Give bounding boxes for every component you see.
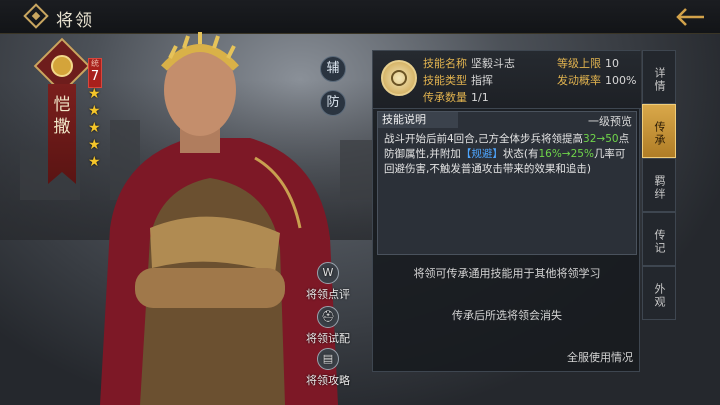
tab-bonds[interactable]: 羁绊 [642, 158, 676, 212]
review-icon: W [317, 262, 339, 284]
star-icon: ★ [88, 103, 101, 119]
trigger-rate: 100% [605, 74, 637, 87]
star-icon: ★ [88, 86, 101, 102]
helmet-icon: ⛑ [317, 306, 339, 328]
role-support-button[interactable]: 辅 [320, 56, 346, 82]
star-icon: ★ [88, 154, 101, 170]
skill-icon[interactable] [381, 60, 417, 96]
inherit-note: 将领可传承通用技能用于其他将领学习 [413, 267, 601, 280]
level-cap: 10 [605, 57, 619, 70]
skill-description-tab[interactable]: 技能说明 [378, 112, 458, 128]
emblem-core [51, 55, 73, 77]
inherit-count-row: 传承数量 1/1 [423, 91, 489, 104]
skill-header: 技能名称 坚毅斗志 技能类型 指挥 传承数量 1/1 等级上限 10 发动概率 100% [373, 51, 641, 109]
tab-inherit[interactable]: 传承 [642, 104, 676, 158]
skill-description-text: 战斗开始后前4回合,己方全体步兵将领提高32→50点防御属性,并附加【规避】状态… [384, 133, 630, 175]
hero-review-button[interactable]: W 将领点评 [298, 262, 358, 302]
inherit-panel: 技能名称 坚毅斗志 技能类型 指挥 传承数量 1/1 等级上限 10 发动概率 100% … [372, 50, 641, 372]
book-icon: ▤ [317, 348, 339, 370]
inherit-warning: 传承后所选将领会消失 [452, 309, 562, 322]
hero-review-label: 将领点评 [306, 288, 350, 301]
tab-appearance[interactable]: 外观 [642, 266, 676, 320]
server-usage-link[interactable]: 全服使用情况 [567, 349, 633, 365]
star-icon: ★ [88, 120, 101, 136]
menu-diamond-icon [23, 3, 49, 29]
inherit-count: 1/1 [471, 91, 489, 104]
hero-guide-label: 将领攻略 [306, 374, 350, 387]
hero-name-banner: 恺撒 [33, 37, 91, 186]
side-tabs: 详情 传承 羁绊 传记 外观 [642, 50, 676, 372]
skill-name-row: 技能名称 坚毅斗志 [423, 57, 515, 70]
skill-type-row: 技能类型 指挥 [423, 74, 493, 87]
skill-name: 坚毅斗志 [471, 57, 515, 70]
level-preview[interactable]: 一级预览 [588, 113, 632, 129]
hero-trial-button[interactable]: ⛑ 将领试配 [298, 306, 358, 346]
star-rating: ★ ★ ★ ★ ★ [88, 86, 104, 171]
back-arrow-icon[interactable] [672, 3, 708, 31]
hero-guide-button[interactable]: ▤ 将领攻略 [298, 348, 358, 388]
trigger-rate-row: 发动概率 100% [557, 74, 637, 87]
level-cap-row: 等级上限 10 [557, 57, 619, 70]
tab-details[interactable]: 详情 [642, 50, 676, 104]
rank-badge: 统 7 [88, 58, 102, 88]
rank-label: 统 [91, 59, 99, 68]
role-defense-button[interactable]: 防 [320, 90, 346, 116]
star-icon: ★ [88, 137, 101, 153]
hero-name: 恺撒 [53, 95, 71, 137]
hero-trial-label: 将领试配 [306, 332, 350, 345]
skill-description-box: 技能说明 一级预览 战斗开始后前4回合,己方全体步兵将领提高32→50点防御属性… [377, 111, 637, 255]
rank-value: 7 [90, 69, 100, 84]
skill-type: 指挥 [471, 74, 493, 87]
tab-biography[interactable]: 传记 [642, 212, 676, 266]
